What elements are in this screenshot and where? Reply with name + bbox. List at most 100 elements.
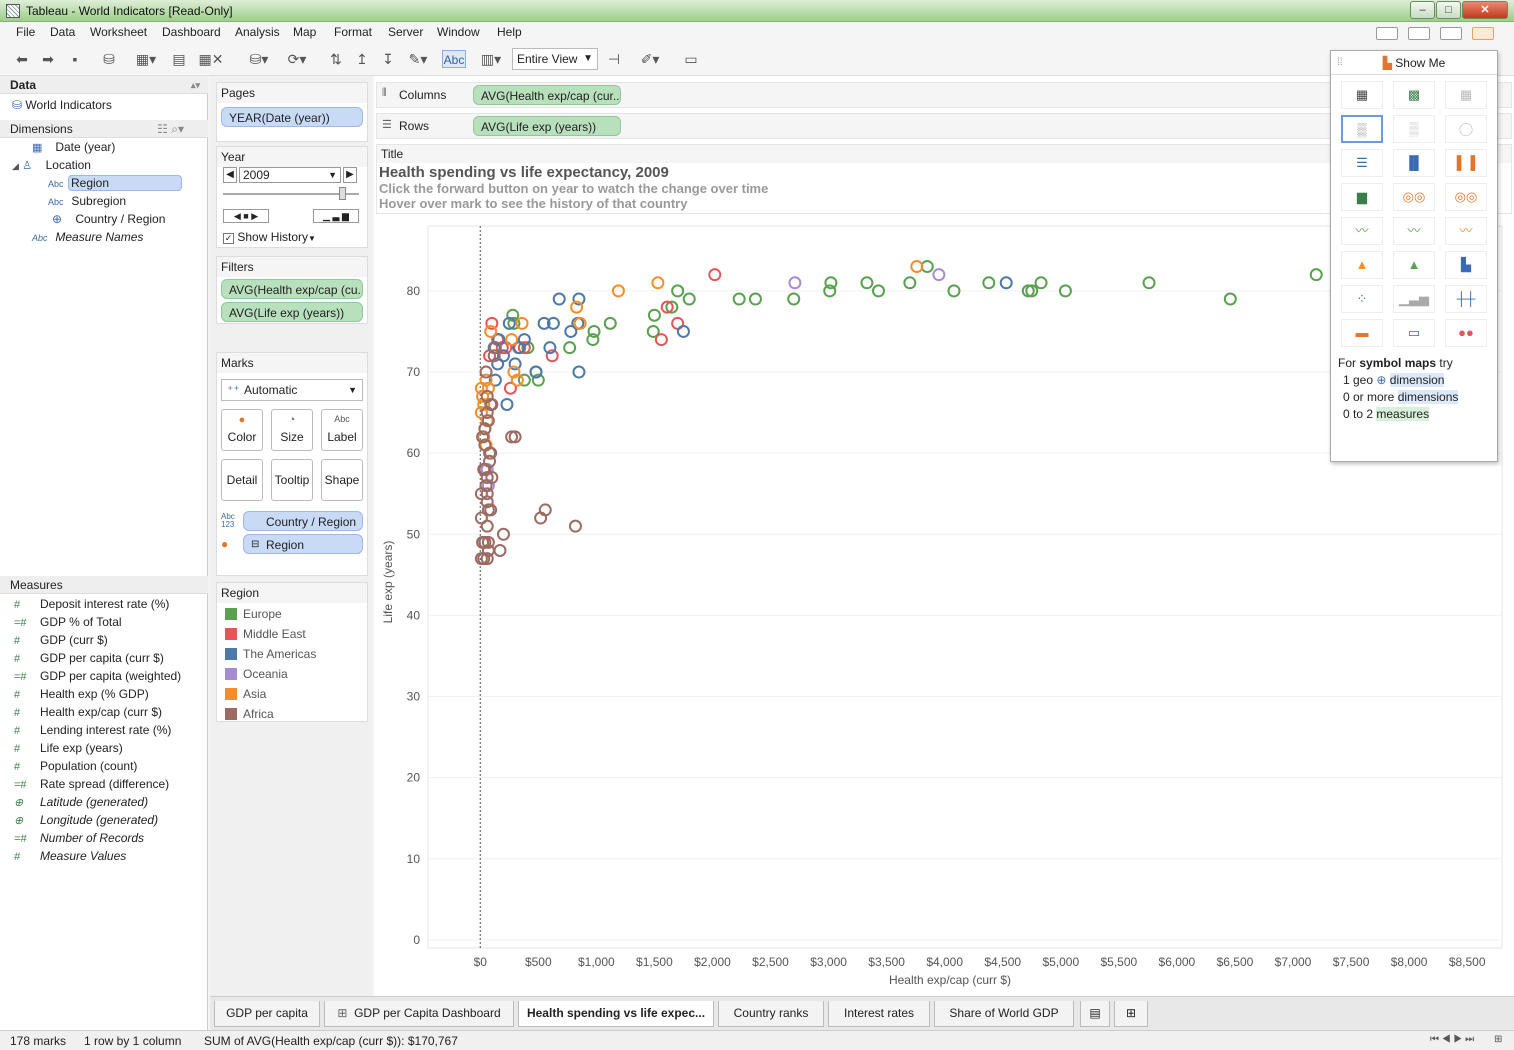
auto-update-icon[interactable]: ⛁▾ [244, 50, 274, 68]
year-select[interactable]: 2009 ▼ [239, 167, 341, 183]
measure-item[interactable]: # Health exp/cap (curr $) [14, 705, 162, 719]
measure-item[interactable]: =# GDP % of Total [14, 615, 122, 629]
measure-item[interactable]: # Measure Values [14, 849, 126, 863]
legend-item[interactable]: Asia [225, 687, 266, 701]
columns-pill[interactable]: AVG(Health exp/cap (cur.. [473, 85, 621, 105]
measure-item[interactable]: =# Number of Records [14, 831, 144, 845]
highlight-icon[interactable]: ✎▾ [404, 50, 432, 68]
close-button[interactable]: ✕ [1462, 1, 1508, 19]
dimension-region[interactable]: Abc Region [48, 175, 183, 191]
measure-item[interactable]: ⊕ Longitude (generated) [14, 813, 158, 827]
show-mark-labels-button[interactable]: Abc [442, 50, 466, 68]
back-icon[interactable]: ⬅ [12, 50, 32, 68]
playback-controls[interactable]: ◀ ■ ▶ [223, 209, 269, 223]
detail-button[interactable]: Detail [221, 459, 263, 501]
text-table-icon[interactable]: ▦ [1341, 81, 1383, 109]
presentation-icon[interactable]: ▭ [680, 50, 702, 68]
collapse-triangle-icon[interactable]: ◢ [12, 161, 19, 171]
annotate-icon[interactable]: ✐▾ [634, 50, 666, 68]
tab-navigation-icons[interactable]: ⏮ ◀ ▶ ⏭ [1430, 1034, 1474, 1045]
measure-item[interactable]: =# GDP per capita (weighted) [14, 669, 181, 683]
x-axis-title[interactable]: Health exp/cap (curr $) [889, 973, 1011, 987]
menu-format[interactable]: Format [334, 25, 372, 39]
new-worksheet-icon[interactable]: ▦▾ [130, 50, 162, 68]
home-icon[interactable] [1472, 27, 1494, 40]
scatter-plot-icon[interactable]: ⁘ [1341, 285, 1383, 313]
measure-item[interactable]: # Health exp (% GDP) [14, 687, 149, 701]
gantt-chart-icon[interactable]: ▬ [1341, 319, 1383, 347]
menu-server[interactable]: Server [388, 25, 423, 39]
treemap-icon[interactable]: ▆ [1341, 183, 1383, 211]
symbol-map-icon[interactable]: ▒ [1341, 115, 1383, 143]
side-by-side-circles-icon[interactable]: ◎◎ [1445, 183, 1487, 211]
grid-view-icon[interactable]: ⊞ [1494, 1034, 1502, 1045]
legend-item[interactable]: The Americas [225, 647, 316, 661]
forward-icon[interactable]: ➡ [38, 50, 58, 68]
menu-analysis[interactable]: Analysis [235, 25, 280, 39]
speed-controls[interactable]: ▁ ▃ ▆ [313, 209, 359, 223]
tab-country-ranks[interactable]: Country ranks [718, 1001, 824, 1027]
pane-menu-icon[interactable]: ▴▾ [191, 76, 200, 94]
menu-file[interactable]: File [16, 25, 35, 39]
rows-pill[interactable]: AVG(Life exp (years)) [473, 116, 621, 136]
data-source-icon[interactable] [1440, 27, 1462, 40]
tab-gdp-per-capita[interactable]: GDP per capita [214, 1001, 320, 1027]
horizontal-bars-icon[interactable]: ☰ [1341, 149, 1383, 177]
y-axis-title[interactable]: Life exp (years) [381, 541, 395, 624]
histogram-icon[interactable]: ▁▃▅ [1393, 285, 1435, 313]
duplicate-sheet-icon[interactable]: ▤ [168, 50, 190, 68]
new-dashboard-tab-icon[interactable]: ⊞ [1114, 1001, 1148, 1027]
new-datasource-icon[interactable]: ⛁ [100, 50, 118, 68]
tooltip-button[interactable]: Tooltip [271, 459, 313, 501]
color-button[interactable]: ● Color [221, 409, 263, 451]
box-and-whisker-icon[interactable]: ┼┼ [1445, 285, 1487, 313]
save-icon[interactable]: ▪ [66, 50, 84, 68]
fit-select[interactable]: Entire View ▼ [512, 48, 598, 70]
measure-item[interactable]: ⊕ Latitude (generated) [14, 795, 148, 809]
area-discrete-icon[interactable]: ▲ [1393, 251, 1435, 279]
tab-share-of-world-gdp[interactable]: Share of World GDP [934, 1001, 1074, 1027]
menu-dashboard[interactable]: Dashboard [162, 25, 221, 39]
legend-item[interactable]: Europe [225, 607, 282, 621]
tab-interest-rates[interactable]: Interest rates [828, 1001, 930, 1027]
collapse-icon[interactable]: ⊟ [251, 535, 259, 553]
menu-help[interactable]: Help [497, 25, 522, 39]
bullet-graph-icon[interactable]: ▭ [1393, 319, 1435, 347]
marks-field-pill[interactable]: Country / Region [243, 511, 363, 531]
measure-item[interactable]: =# Rate spread (difference) [14, 777, 169, 791]
tab-health-spending[interactable]: Health spending vs life expec... [518, 1001, 714, 1027]
stacked-bars-icon[interactable]: ▐▌ [1393, 149, 1435, 177]
filter-pill[interactable]: AVG(Health exp/cap (cu.. [221, 279, 363, 299]
measure-item[interactable]: # Life exp (years) [14, 741, 123, 755]
previous-year-button[interactable]: ◀ [223, 167, 237, 183]
circle-views-icon[interactable]: ◎◎ [1393, 183, 1435, 211]
packed-bubbles-icon[interactable]: ●● [1445, 319, 1487, 347]
show-me-header[interactable]: ⁞⁞ ▙ Show Me [1331, 51, 1497, 75]
sheet-sorter-icon[interactable] [1408, 27, 1430, 40]
datasource-item[interactable]: ⛁ World Indicators [12, 98, 112, 112]
dimension-measure-names[interactable]: Abc Measure Names [32, 230, 143, 244]
legend-item[interactable]: Middle East [225, 627, 306, 641]
filter-pill[interactable]: AVG(Life exp (years)) [221, 302, 363, 322]
next-year-button[interactable]: ▶ [343, 167, 357, 183]
dual-lines-icon[interactable]: 〰 [1445, 217, 1487, 245]
sort-ascending-icon[interactable]: ↥ [352, 50, 372, 68]
run-update-icon[interactable]: ⟳▾ [282, 50, 312, 68]
legend-item[interactable]: Africa [225, 707, 274, 721]
view-options-icon[interactable]: ☷ ⌕▾ [157, 120, 184, 138]
minimize-button[interactable]: – [1410, 1, 1435, 19]
dual-combination-icon[interactable]: ▙ [1445, 251, 1487, 279]
chart-type-icon[interactable]: ▥▾ [476, 50, 506, 68]
fix-axes-icon[interactable]: ⊣ [604, 50, 624, 68]
dimension-subregion[interactable]: Abc Subregion [48, 194, 126, 208]
lines-continuous-icon[interactable]: 〰 [1341, 217, 1383, 245]
side-by-side-bars-icon[interactable]: ▌▐ [1445, 149, 1487, 177]
swap-icon[interactable]: ⇅ [326, 50, 346, 68]
pie-chart-icon[interactable]: ◯ [1445, 115, 1487, 143]
tab-gdp-per-capita-dashboard[interactable]: ⊞ GDP per Capita Dashboard [324, 1001, 514, 1027]
presentation-mode-icon[interactable] [1376, 27, 1398, 40]
menu-data[interactable]: Data [50, 25, 75, 39]
size-button[interactable]: ◔ Size [271, 409, 313, 451]
marks-field-pill[interactable]: ⊟ Region [243, 534, 363, 554]
pages-pill[interactable]: YEAR(Date (year)) [221, 107, 363, 127]
